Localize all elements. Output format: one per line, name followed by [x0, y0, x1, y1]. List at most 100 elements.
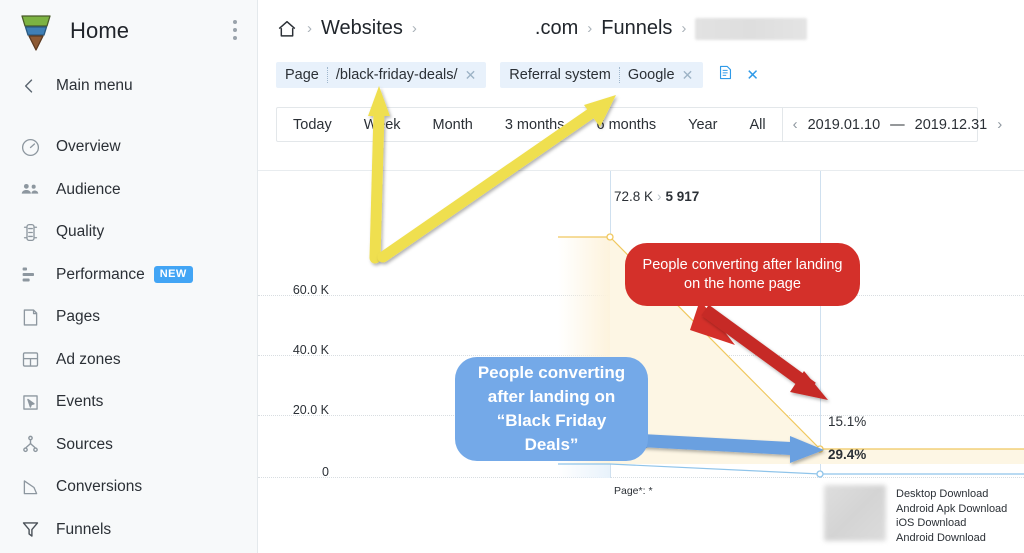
sidebar-item-label: Sources [56, 435, 113, 453]
date-range-end: 2019.12.31 [914, 116, 988, 133]
node-point [816, 470, 824, 478]
sidebar-nav-list: Overview Audience Quality Performance NE… [0, 126, 257, 551]
destination-item: Android Apk Download [896, 502, 1008, 515]
save-report-icon[interactable] [717, 63, 734, 87]
destination-thumbnail [824, 485, 886, 541]
conversion-rate-home: 15.1% [828, 414, 867, 429]
brand-header: Home [0, 0, 257, 62]
sidebar-item-label: Overview [56, 138, 121, 156]
node-point [816, 445, 824, 453]
next-range-icon[interactable]: › [997, 116, 1002, 133]
funnel-logo-icon [16, 10, 56, 52]
sidebar-item-events[interactable]: Events [0, 381, 257, 424]
polygon-icon [18, 475, 42, 499]
sidebar: Home Main menu Overview Audience Quality… [0, 0, 258, 553]
red-callout-text: People converting after landing on the h… [625, 243, 860, 306]
blue-callout-line-2: after landing on [487, 387, 616, 406]
destination-block: Desktop Download Android Apk Download iO… [824, 479, 1024, 549]
sidebar-item-label: Funnels [56, 520, 112, 538]
step-label-page: Page*: * [614, 485, 653, 497]
sidebar-item-conversions[interactable]: Conversions [0, 466, 257, 509]
period-6-months[interactable]: 6 months [580, 108, 672, 141]
sidebar-item-sources[interactable]: Sources [0, 424, 257, 467]
filter-chip-value: /black-friday-deals/ [335, 67, 458, 83]
sidebar-item-label: Pages [56, 308, 100, 326]
blue-callout-line-4: Deals” [524, 435, 579, 454]
blue-callout-text: People converting after landing on “Blac… [455, 357, 648, 461]
breadcrumb-separator: › [587, 20, 593, 37]
destination-list: Desktop Download Android Apk Download iO… [896, 487, 1007, 545]
sidebar-item-label: Ad zones [56, 350, 121, 368]
layout-icon [18, 348, 42, 372]
bars-icon [18, 263, 42, 287]
sidebar-item-label: Conversions [56, 478, 143, 496]
period-selector-wrap: Today Week Month 3 months 6 months Year … [258, 93, 1024, 142]
destination-item: iOS Download [896, 517, 967, 529]
sidebar-item-pages[interactable]: Pages [0, 296, 257, 339]
main-menu-label: Main menu [56, 77, 133, 94]
breadcrumb-site-tld: .com [534, 17, 579, 39]
destination-item: Desktop Download [896, 488, 989, 500]
people-icon [18, 178, 42, 202]
cursor-box-icon [18, 390, 42, 414]
filter-chip-bar: Page /black-friday-deals/ ✕ Referral sys… [258, 57, 1024, 93]
close-icon[interactable]: ✕ [465, 68, 483, 82]
sidebar-item-main-menu[interactable]: Main menu [0, 62, 257, 110]
period-month[interactable]: Month [417, 108, 489, 141]
filter-actions: ✕ [717, 63, 759, 87]
sidebar-item-overview[interactable]: Overview [0, 126, 257, 169]
breadcrumb-separator: › [307, 20, 312, 37]
red-callout-line-1: People converting after landing [642, 256, 843, 273]
breadcrumb: › Websites › .com › Funnels › [258, 0, 1024, 57]
date-range-start: 2019.01.10 [807, 116, 881, 133]
breadcrumb-item-site[interactable]: .com [426, 17, 578, 40]
filter-chip-key: Referral system [509, 67, 611, 83]
home-icon[interactable] [276, 18, 298, 40]
period-3-months[interactable]: 3 months [489, 108, 581, 141]
close-icon[interactable]: ✕ [682, 68, 700, 82]
node-tree-icon [18, 433, 42, 457]
chart-converted: 5 917 [665, 189, 700, 204]
more-vertical-icon[interactable] [233, 20, 237, 40]
breadcrumb-item-redacted[interactable] [695, 17, 808, 40]
sidebar-item-performance[interactable]: Performance NEW [0, 254, 257, 297]
red-callout-line-2: on the home page [684, 275, 801, 292]
page-icon [18, 305, 42, 329]
filter-chip-referral-system[interactable]: Referral system Google ✕ [500, 62, 704, 88]
band-fade-blue [558, 464, 610, 478]
blue-callout-line-1: People converting [477, 363, 626, 382]
app-root: Home Main menu Overview Audience Quality… [0, 0, 1024, 553]
funnel-icon [18, 518, 42, 542]
date-range: ‹ 2019.01.10 — 2019.12.31 › [781, 108, 1013, 141]
sidebar-item-label: Audience [56, 180, 121, 198]
sidebar-item-label: Events [56, 393, 104, 411]
sidebar-item-audience[interactable]: Audience [0, 169, 257, 212]
chart-summary-arrow: › [657, 189, 662, 204]
period-year[interactable]: Year [672, 108, 733, 141]
node-point [606, 233, 614, 241]
breadcrumb-item-websites[interactable]: Websites [321, 17, 403, 40]
performance-new-badge: NEW [153, 266, 193, 284]
gauge-icon [18, 135, 42, 159]
period-all[interactable]: All [733, 108, 781, 141]
date-range-dash: — [890, 116, 905, 133]
period-week[interactable]: Week [348, 108, 417, 141]
blue-callout-line-3: “Black Friday [496, 411, 607, 430]
sidebar-item-quality[interactable]: Quality [0, 211, 257, 254]
chart-summary: 72.8 K › 5 917 [614, 189, 699, 204]
filter-chip-key: Page [285, 67, 319, 83]
filter-chip-value: Google [627, 67, 675, 83]
prev-range-icon[interactable]: ‹ [793, 116, 798, 133]
chart-total: 72.8 K [614, 189, 654, 204]
sidebar-item-label: Quality [56, 223, 105, 241]
breadcrumb-item-funnels[interactable]: Funnels [601, 17, 672, 40]
sidebar-item-ad-zones[interactable]: Ad zones [0, 339, 257, 382]
period-selector: Today Week Month 3 months 6 months Year … [276, 107, 1002, 142]
period-today[interactable]: Today [277, 108, 348, 141]
clear-filters-icon[interactable]: ✕ [746, 66, 759, 84]
chevron-left-icon [18, 75, 40, 97]
breadcrumb-separator: › [681, 20, 687, 37]
breadcrumb-separator: › [411, 20, 417, 37]
sidebar-item-funnels[interactable]: Funnels [0, 509, 257, 552]
filter-chip-page[interactable]: Page /black-friday-deals/ ✕ [276, 62, 487, 88]
